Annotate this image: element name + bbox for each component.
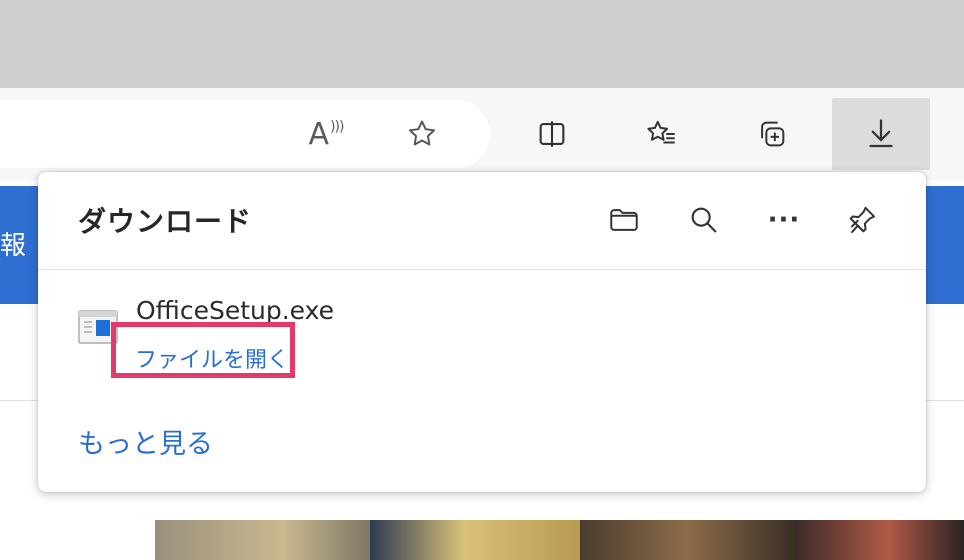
folder-icon <box>610 209 638 231</box>
page-partial-text: 報 <box>0 231 27 261</box>
highlight-annotation <box>111 322 295 378</box>
more-icon: ··· <box>767 205 801 235</box>
pin-panel-button[interactable] <box>838 196 886 244</box>
downloads-panel: ダウンロード ··· OfficeSetup.exe ファイルを開く もっと見る <box>38 172 926 492</box>
favorites-list-icon <box>647 120 675 144</box>
read-aloud-button[interactable]: A))) <box>300 108 352 160</box>
more-options-button[interactable]: ··· <box>760 196 808 244</box>
split-screen-button[interactable] <box>526 108 578 160</box>
thumbnail[interactable] <box>795 520 964 560</box>
download-file-name: OfficeSetup.exe <box>136 296 335 325</box>
collections-button[interactable] <box>746 108 798 160</box>
open-downloads-folder-button[interactable] <box>600 196 648 244</box>
thumbnail[interactable] <box>370 520 580 560</box>
panel-title: ダウンロード <box>78 205 253 238</box>
pin-icon <box>849 206 876 234</box>
favorites-list-button[interactable] <box>636 108 688 160</box>
downloads-panel-header: ダウンロード ··· <box>38 172 926 270</box>
search-icon <box>691 207 717 233</box>
downloads-button[interactable] <box>832 98 930 170</box>
tab-strip <box>0 0 964 88</box>
split-screen-icon <box>539 121 565 147</box>
thumbnail[interactable] <box>580 520 795 560</box>
collections-icon <box>761 121 785 147</box>
thumbnail[interactable] <box>155 520 370 560</box>
read-aloud-icon: A))) <box>308 116 345 152</box>
page-thumbnails <box>155 520 964 560</box>
see-more-link[interactable]: もっと見る <box>78 422 213 461</box>
favorite-button[interactable] <box>396 108 448 160</box>
search-downloads-button[interactable] <box>680 196 728 244</box>
favorite-star-icon <box>408 120 436 146</box>
download-icon <box>869 119 893 148</box>
